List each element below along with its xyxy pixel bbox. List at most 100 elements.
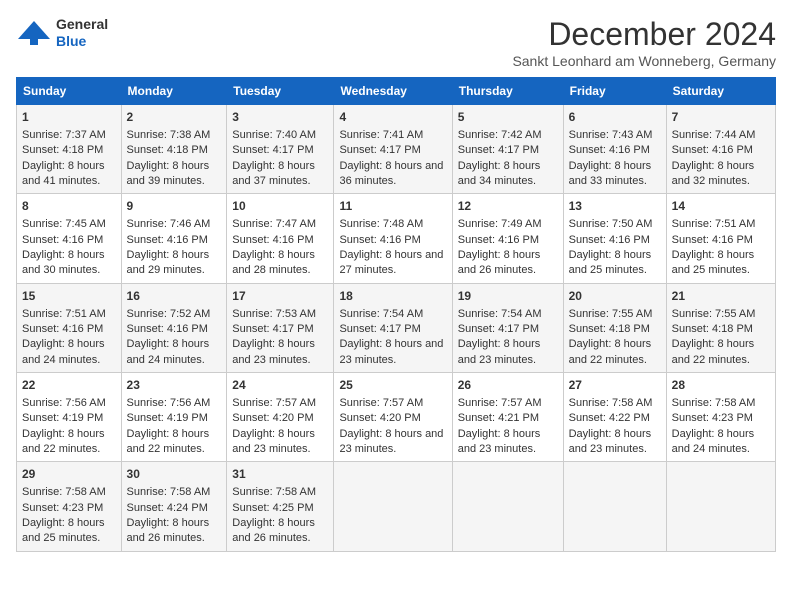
sunrise: Sunrise: 7:57 AM	[339, 397, 423, 409]
calendar-cell: 24Sunrise: 7:57 AMSunset: 4:20 PMDayligh…	[227, 373, 334, 462]
sunrise: Sunrise: 7:44 AM	[672, 129, 756, 141]
sunset: Sunset: 4:17 PM	[458, 323, 539, 335]
calendar-cell: 21Sunrise: 7:55 AMSunset: 4:18 PMDayligh…	[666, 283, 775, 372]
daylight: Daylight: 8 hours and 22 minutes.	[569, 338, 652, 365]
sunrise: Sunrise: 7:37 AM	[22, 129, 106, 141]
sunrise: Sunrise: 7:57 AM	[232, 397, 316, 409]
day-number: 21	[672, 288, 770, 305]
day-number: 7	[672, 109, 770, 126]
sunrise: Sunrise: 7:41 AM	[339, 129, 423, 141]
day-number: 5	[458, 109, 558, 126]
day-number: 14	[672, 198, 770, 215]
sunrise: Sunrise: 7:56 AM	[22, 397, 106, 409]
daylight: Daylight: 8 hours and 39 minutes.	[127, 160, 210, 187]
day-number: 19	[458, 288, 558, 305]
sunset: Sunset: 4:16 PM	[569, 234, 650, 246]
calendar-cell: 26Sunrise: 7:57 AMSunset: 4:21 PMDayligh…	[452, 373, 563, 462]
sunset: Sunset: 4:17 PM	[232, 323, 313, 335]
daylight: Daylight: 8 hours and 25 minutes.	[672, 249, 755, 276]
daylight: Daylight: 8 hours and 26 minutes.	[458, 249, 541, 276]
header-cell-tuesday: Tuesday	[227, 78, 334, 105]
daylight: Daylight: 8 hours and 24 minutes.	[672, 428, 755, 455]
calendar-cell	[452, 462, 563, 551]
header-cell-friday: Friday	[563, 78, 666, 105]
sunrise: Sunrise: 7:51 AM	[672, 218, 756, 230]
sunset: Sunset: 4:16 PM	[22, 234, 103, 246]
sunset: Sunset: 4:19 PM	[22, 412, 103, 424]
sunrise: Sunrise: 7:54 AM	[458, 308, 542, 320]
day-number: 25	[339, 377, 446, 394]
calendar-cell	[666, 462, 775, 551]
calendar-row: 1Sunrise: 7:37 AMSunset: 4:18 PMDaylight…	[17, 105, 776, 194]
calendar-cell: 17Sunrise: 7:53 AMSunset: 4:17 PMDayligh…	[227, 283, 334, 372]
daylight: Daylight: 8 hours and 28 minutes.	[232, 249, 315, 276]
calendar-cell: 20Sunrise: 7:55 AMSunset: 4:18 PMDayligh…	[563, 283, 666, 372]
day-number: 6	[569, 109, 661, 126]
sunset: Sunset: 4:17 PM	[458, 144, 539, 156]
sunset: Sunset: 4:16 PM	[22, 323, 103, 335]
sunset: Sunset: 4:21 PM	[458, 412, 539, 424]
sunrise: Sunrise: 7:58 AM	[22, 486, 106, 498]
daylight: Daylight: 8 hours and 25 minutes.	[569, 249, 652, 276]
sunset: Sunset: 4:17 PM	[339, 144, 420, 156]
day-number: 20	[569, 288, 661, 305]
calendar-cell	[334, 462, 452, 551]
sunset: Sunset: 4:19 PM	[127, 412, 208, 424]
calendar-cell	[563, 462, 666, 551]
sunrise: Sunrise: 7:40 AM	[232, 129, 316, 141]
day-number: 2	[127, 109, 222, 126]
daylight: Daylight: 8 hours and 22 minutes.	[127, 428, 210, 455]
header-cell-saturday: Saturday	[666, 78, 775, 105]
sunrise: Sunrise: 7:56 AM	[127, 397, 211, 409]
header: General Blue December 2024 Sankt Leonhar…	[16, 16, 776, 69]
day-number: 18	[339, 288, 446, 305]
sunset: Sunset: 4:16 PM	[339, 234, 420, 246]
calendar-cell: 4Sunrise: 7:41 AMSunset: 4:17 PMDaylight…	[334, 105, 452, 194]
daylight: Daylight: 8 hours and 23 minutes.	[232, 428, 315, 455]
sunset: Sunset: 4:23 PM	[22, 502, 103, 514]
day-number: 13	[569, 198, 661, 215]
day-number: 16	[127, 288, 222, 305]
day-number: 23	[127, 377, 222, 394]
sunrise: Sunrise: 7:43 AM	[569, 129, 653, 141]
calendar-row: 22Sunrise: 7:56 AMSunset: 4:19 PMDayligh…	[17, 373, 776, 462]
daylight: Daylight: 8 hours and 23 minutes.	[458, 428, 541, 455]
month-title: December 2024	[512, 16, 776, 53]
day-number: 27	[569, 377, 661, 394]
sunrise: Sunrise: 7:50 AM	[569, 218, 653, 230]
sunrise: Sunrise: 7:53 AM	[232, 308, 316, 320]
sunset: Sunset: 4:18 PM	[127, 144, 208, 156]
sunrise: Sunrise: 7:49 AM	[458, 218, 542, 230]
day-number: 28	[672, 377, 770, 394]
calendar-cell: 18Sunrise: 7:54 AMSunset: 4:17 PMDayligh…	[334, 283, 452, 372]
title-area: December 2024 Sankt Leonhard am Wonneber…	[512, 16, 776, 69]
calendar-cell: 1Sunrise: 7:37 AMSunset: 4:18 PMDaylight…	[17, 105, 122, 194]
sunrise: Sunrise: 7:51 AM	[22, 308, 106, 320]
sunrise: Sunrise: 7:42 AM	[458, 129, 542, 141]
daylight: Daylight: 8 hours and 36 minutes.	[339, 160, 443, 187]
sunset: Sunset: 4:16 PM	[232, 234, 313, 246]
sunset: Sunset: 4:16 PM	[127, 323, 208, 335]
calendar-cell: 2Sunrise: 7:38 AMSunset: 4:18 PMDaylight…	[121, 105, 227, 194]
sunrise: Sunrise: 7:58 AM	[127, 486, 211, 498]
sunrise: Sunrise: 7:58 AM	[232, 486, 316, 498]
sunset: Sunset: 4:16 PM	[569, 144, 650, 156]
calendar-cell: 12Sunrise: 7:49 AMSunset: 4:16 PMDayligh…	[452, 194, 563, 283]
logo-text: General Blue	[56, 16, 108, 50]
day-number: 9	[127, 198, 222, 215]
sunrise: Sunrise: 7:55 AM	[672, 308, 756, 320]
daylight: Daylight: 8 hours and 41 minutes.	[22, 160, 105, 187]
sunrise: Sunrise: 7:55 AM	[569, 308, 653, 320]
sunrise: Sunrise: 7:47 AM	[232, 218, 316, 230]
calendar-cell: 6Sunrise: 7:43 AMSunset: 4:16 PMDaylight…	[563, 105, 666, 194]
header-cell-thursday: Thursday	[452, 78, 563, 105]
daylight: Daylight: 8 hours and 24 minutes.	[22, 338, 105, 365]
sunset: Sunset: 4:23 PM	[672, 412, 753, 424]
calendar-table: SundayMondayTuesdayWednesdayThursdayFrid…	[16, 77, 776, 552]
sunset: Sunset: 4:20 PM	[232, 412, 313, 424]
daylight: Daylight: 8 hours and 32 minutes.	[672, 160, 755, 187]
daylight: Daylight: 8 hours and 22 minutes.	[672, 338, 755, 365]
calendar-cell: 3Sunrise: 7:40 AMSunset: 4:17 PMDaylight…	[227, 105, 334, 194]
sunset: Sunset: 4:16 PM	[127, 234, 208, 246]
calendar-cell: 7Sunrise: 7:44 AMSunset: 4:16 PMDaylight…	[666, 105, 775, 194]
